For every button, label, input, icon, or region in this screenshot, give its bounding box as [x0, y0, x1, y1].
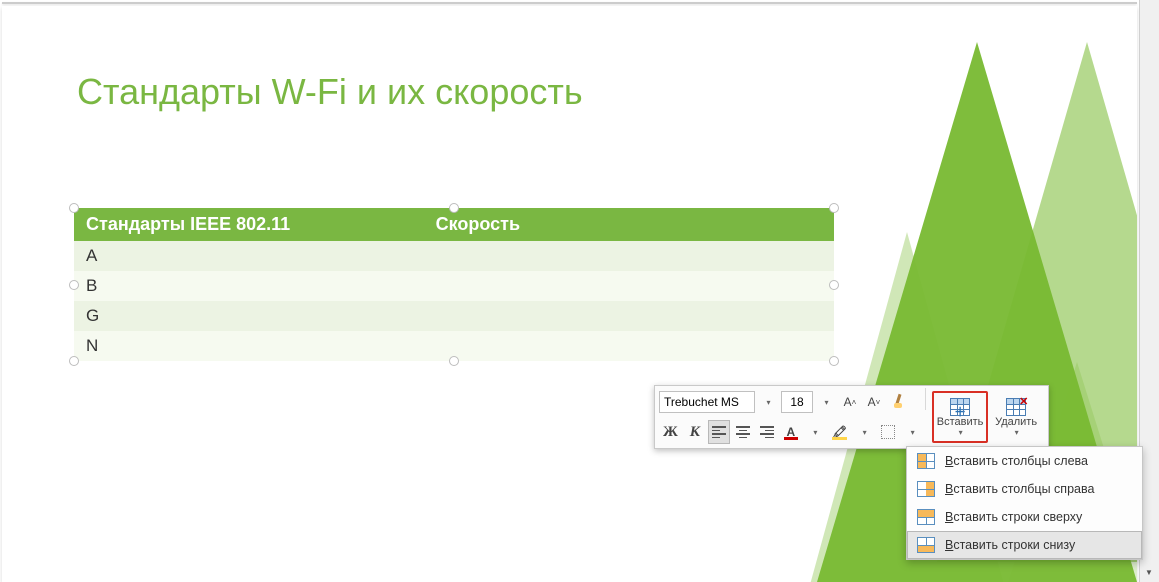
align-left-button[interactable] [708, 420, 730, 444]
menu-item-label: Вставить строки сверху [945, 510, 1082, 524]
decrease-font-button[interactable]: A˅ [863, 390, 885, 414]
menu-item-label: Вставить строки снизу [945, 538, 1075, 552]
resize-handle[interactable] [69, 356, 79, 366]
scroll-down-icon[interactable]: ▼ [1141, 564, 1157, 580]
menu-item-label: Вставить столбцы справа [945, 482, 1094, 496]
highlight-dropdown[interactable]: ▾ [853, 420, 875, 444]
insert-dropdown-menu: Вставить столбцы слева Вставить столбцы с… [906, 446, 1143, 560]
menu-item-insert-2[interactable]: Вставить строки сверху [907, 503, 1142, 531]
borders-button[interactable] [877, 420, 899, 444]
table-cell[interactable]: N [74, 331, 424, 361]
font-name-input[interactable] [659, 391, 755, 413]
font-color-button[interactable]: A [780, 420, 802, 444]
table-cell[interactable] [424, 301, 834, 331]
table-object[interactable]: Стандарты IEEE 802.11 Скорость ABGN [74, 208, 834, 361]
italic-button[interactable]: К [684, 420, 706, 444]
table-delete-icon: ✕ [1006, 398, 1026, 416]
plus-icon: ＋ [954, 403, 966, 420]
slide-title[interactable]: Стандарты W-Fi и их скорость [77, 71, 583, 113]
bold-button[interactable]: Ж [659, 420, 682, 444]
format-painter-button[interactable] [887, 390, 911, 414]
brush-icon [891, 394, 907, 410]
resize-handle[interactable] [69, 280, 79, 290]
resize-handle[interactable] [449, 203, 459, 213]
table-cell[interactable]: A [74, 241, 424, 271]
table-icon [917, 481, 935, 497]
delete-button[interactable]: ✕ Удалить ▾ [988, 391, 1044, 443]
table-icon [917, 509, 935, 525]
table-row[interactable]: G [74, 301, 834, 331]
table-row[interactable]: B [74, 271, 834, 301]
x-icon: ✕ [1019, 395, 1029, 405]
table-cell[interactable] [424, 331, 834, 361]
font-size-dropdown[interactable]: ▾ [815, 390, 837, 414]
font-size-input[interactable] [781, 391, 813, 413]
slide-top-shadow [2, 2, 1137, 4]
table-cell[interactable]: B [74, 271, 424, 301]
font-color-dropdown[interactable]: ▾ [804, 420, 826, 444]
resize-handle[interactable] [829, 203, 839, 213]
data-table[interactable]: Стандарты IEEE 802.11 Скорость ABGN [74, 208, 834, 361]
font-name-dropdown[interactable]: ▾ [757, 390, 779, 414]
menu-item-insert-3[interactable]: Вставить строки снизу [907, 531, 1142, 559]
table-icon [917, 453, 935, 469]
borders-dropdown[interactable]: ▾ [901, 420, 923, 444]
resize-handle[interactable] [69, 203, 79, 213]
mini-toolbar: ▾ ▾ A˄ A˅ Ж К A ▾ 🖍 ▾ ▾ [654, 385, 1049, 449]
table-cell[interactable] [424, 271, 834, 301]
increase-font-button[interactable]: A˄ [839, 390, 861, 414]
resize-handle[interactable] [829, 280, 839, 290]
table-cell[interactable] [424, 241, 834, 271]
table-header-1[interactable]: Скорость [424, 208, 834, 241]
delete-label: Удалить [995, 416, 1037, 428]
menu-item-insert-0[interactable]: Вставить столбцы слева [907, 447, 1142, 475]
align-center-button[interactable] [732, 420, 754, 444]
table-cell[interactable]: G [74, 301, 424, 331]
menu-item-insert-1[interactable]: Вставить столбцы справа [907, 475, 1142, 503]
resize-handle[interactable] [829, 356, 839, 366]
menu-item-label: Вставить столбцы слева [945, 454, 1088, 468]
align-right-button[interactable] [756, 420, 778, 444]
table-row[interactable]: A [74, 241, 834, 271]
table-icon [917, 537, 935, 553]
table-header-0[interactable]: Стандарты IEEE 802.11 [74, 208, 424, 241]
highlight-button[interactable]: 🖍 [828, 420, 851, 444]
resize-handle[interactable] [449, 356, 459, 366]
table-insert-icon: ＋ [950, 398, 970, 416]
insert-button[interactable]: ＋ Вставить ▾ [932, 391, 988, 443]
